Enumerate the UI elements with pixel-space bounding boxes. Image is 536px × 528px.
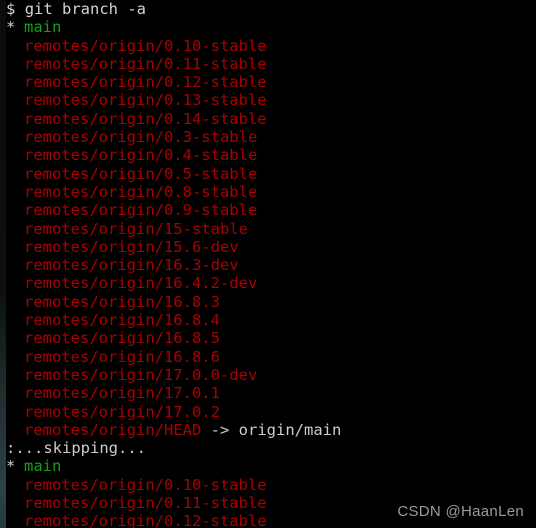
branch-row[interactable]: remotes/origin/17.0.2 — [6, 403, 536, 421]
pager-status-text: :...skipping... — [6, 439, 146, 458]
remote-branch-name: remotes/origin/17.0.1 — [24, 384, 220, 403]
branch-row[interactable]: remotes/origin/0.11-stable — [6, 55, 536, 73]
branch-row[interactable]: remotes/origin/0.9-stable — [6, 201, 536, 219]
remote-branch-name: remotes/origin/0.14-stable — [24, 109, 267, 128]
remote-branch-name: remotes/origin/0.8-stable — [24, 182, 258, 201]
current-branch-name: main — [24, 18, 62, 37]
remote-branch-name: remotes/origin/0.11-stable — [24, 54, 267, 73]
screenshot-root: $ git branch -a * main remotes/origin/0.1… — [0, 0, 536, 528]
prompt-symbol: $ — [6, 0, 16, 18]
remote-branch-name: remotes/origin/0.10-stable — [24, 36, 267, 55]
remote-branch-name: remotes/origin/16.8.3 — [24, 292, 220, 311]
branch-row[interactable]: remotes/origin/16.3-dev — [6, 256, 536, 274]
branch-row[interactable]: remotes/origin/16.8.3 — [6, 293, 536, 311]
current-branch-line[interactable]: * main — [6, 18, 536, 36]
command-line: $ git branch -a — [6, 0, 536, 18]
current-branch-marker: * — [6, 18, 16, 37]
branch-row[interactable]: remotes/origin/0.12-stable — [6, 73, 536, 91]
desktop-edge-strip — [0, 0, 6, 528]
remote-branch-name: remotes/origin/0.10-stable — [24, 475, 267, 494]
current-branch-name: main — [24, 457, 62, 476]
branch-row[interactable]: remotes/origin/0.14-stable — [6, 110, 536, 128]
branch-row[interactable]: remotes/origin/17.0.1 — [6, 384, 536, 402]
remote-branch-name: remotes/origin/16.8.5 — [24, 329, 220, 348]
branch-row[interactable]: remotes/origin/15.6-dev — [6, 238, 536, 256]
branch-row[interactable]: remotes/origin/16.8.4 — [6, 311, 536, 329]
current-branch-marker: * — [6, 457, 16, 476]
remote-branch-name: remotes/origin/0.4-stable — [24, 146, 258, 165]
remote-branch-name: remotes/origin/0.9-stable — [24, 201, 258, 220]
branch-row[interactable]: remotes/origin/16.8.5 — [6, 329, 536, 347]
remote-branch-name: remotes/origin/16.4.2-dev — [24, 274, 258, 293]
branch-row[interactable]: remotes/origin/17.0.0-dev — [6, 366, 536, 384]
branch-row[interactable]: remotes/origin/0.4-stable — [6, 146, 536, 164]
remote-branch-name: remotes/origin/0.13-stable — [24, 91, 267, 110]
remote-branch-name: remotes/origin/0.3-stable — [24, 128, 258, 147]
branch-row[interactable]: remotes/origin/0.10-stable — [6, 476, 536, 494]
head-ref-row[interactable]: remotes/origin/HEAD -> origin/main — [6, 421, 536, 439]
csdn-watermark: CSDN @HaanLen — [397, 503, 524, 520]
remote-branch-name: remotes/origin/0.12-stable — [24, 73, 267, 92]
head-ref-name: remotes/origin/HEAD — [24, 420, 202, 439]
branch-row[interactable]: remotes/origin/0.8-stable — [6, 183, 536, 201]
terminal-window[interactable]: $ git branch -a * main remotes/origin/0.1… — [6, 0, 536, 528]
branch-row[interactable]: remotes/origin/0.13-stable — [6, 91, 536, 109]
remote-branch-name: remotes/origin/17.0.2 — [24, 402, 220, 421]
head-arrow: -> — [210, 420, 230, 439]
remote-branch-name: remotes/origin/0.12-stable — [24, 512, 267, 528]
remote-branch-name: remotes/origin/15.6-dev — [24, 237, 239, 256]
branch-row[interactable]: remotes/origin/16.8.6 — [6, 348, 536, 366]
remote-branch-name: remotes/origin/16.8.4 — [24, 311, 220, 330]
remote-branch-name: remotes/origin/16.8.6 — [24, 347, 220, 366]
remote-branch-name: remotes/origin/17.0.0-dev — [24, 365, 258, 384]
remote-branch-name: remotes/origin/0.5-stable — [24, 164, 258, 183]
branch-row[interactable]: remotes/origin/16.4.2-dev — [6, 274, 536, 292]
pager-status-line: :...skipping... — [6, 439, 536, 457]
branch-row[interactable]: remotes/origin/0.10-stable — [6, 37, 536, 55]
branch-row[interactable]: remotes/origin/15-stable — [6, 220, 536, 238]
remote-branch-name: remotes/origin/15-stable — [24, 219, 248, 238]
branch-row[interactable]: remotes/origin/0.5-stable — [6, 165, 536, 183]
branch-row[interactable]: remotes/origin/0.3-stable — [6, 128, 536, 146]
remote-branch-name: remotes/origin/16.3-dev — [24, 256, 239, 275]
current-branch-line-repeat[interactable]: * main — [6, 457, 536, 475]
command-text: git branch -a — [24, 0, 147, 18]
remote-branch-name: remotes/origin/0.11-stable — [24, 494, 267, 513]
head-target: origin/main — [238, 420, 342, 439]
